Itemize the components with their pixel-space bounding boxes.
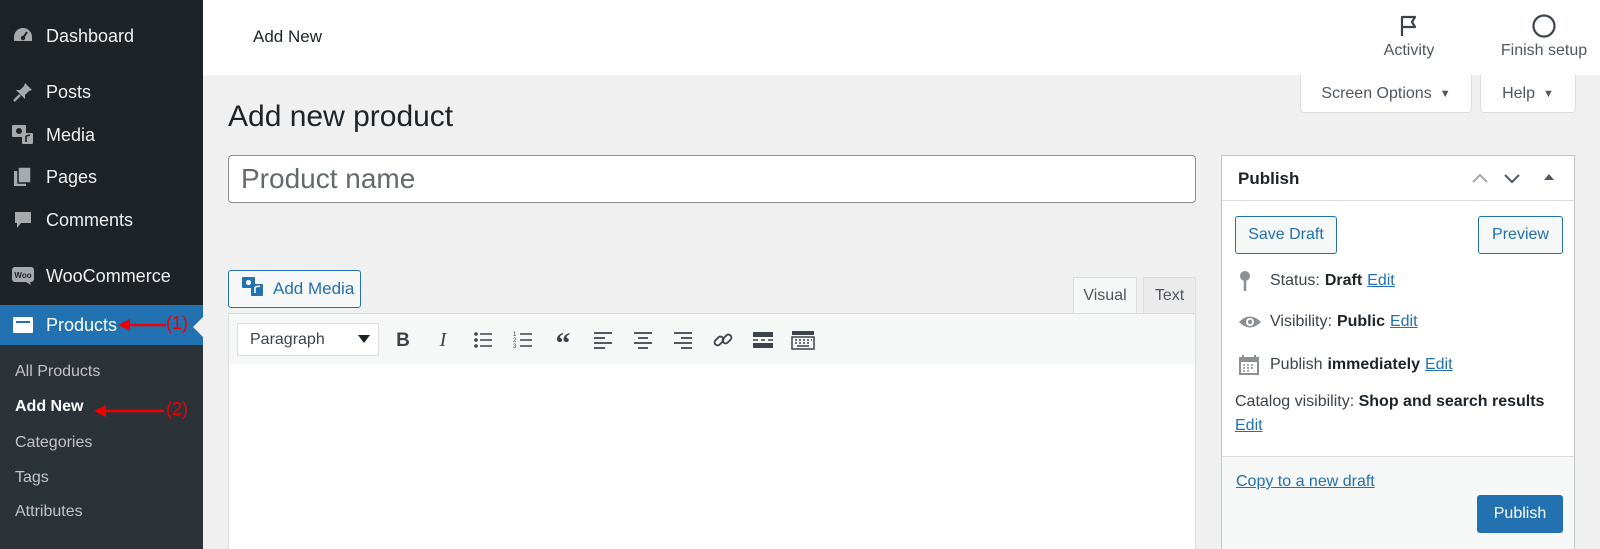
numbered-list-icon[interactable]: 123 [509, 327, 537, 353]
page-title: Add new product [228, 100, 454, 133]
caret-down-icon: ▼ [1439, 87, 1451, 100]
visibility-edit-link[interactable]: Edit [1390, 313, 1418, 331]
editor-toolbar: Paragraph B I 123 “ [228, 313, 1196, 365]
screen-options-button[interactable]: Screen Options ▼ [1300, 75, 1472, 113]
publish-box-title: Publish [1238, 169, 1300, 188]
help-label: Help [1502, 84, 1535, 102]
publish-date-label: Publish [1270, 356, 1323, 373]
align-center-icon[interactable] [629, 327, 657, 353]
align-left-icon[interactable] [589, 327, 617, 353]
chevron-down-icon[interactable] [1502, 169, 1522, 192]
activity-button[interactable]: Activity [1374, 10, 1444, 60]
status-label: Status: [1270, 272, 1320, 289]
top-header: Add New Activity Finish setup [203, 0, 1600, 75]
save-draft-button[interactable]: Save Draft [1235, 216, 1337, 254]
pin-icon [1238, 270, 1264, 292]
format-select-value: Paragraph [250, 330, 325, 348]
svg-text:3: 3 [513, 344, 517, 349]
status-value: Draft [1324, 272, 1363, 289]
finish-setup-button[interactable]: Finish setup [1494, 10, 1594, 60]
status-row: Status: Draft Edit [1238, 270, 1395, 292]
catalog-visibility-row: Catalog visibility: Shop and search resu… [1235, 393, 1544, 411]
copy-to-draft-link[interactable]: Copy to a new draft [1236, 473, 1375, 491]
header-page-label: Add New [253, 27, 322, 46]
screen-options-label: Screen Options [1321, 84, 1432, 102]
publish-box-header: Publish [1222, 156, 1574, 201]
align-right-icon[interactable] [669, 327, 697, 353]
publish-date-edit-link[interactable]: Edit [1425, 356, 1453, 374]
publish-button[interactable]: Publish [1477, 495, 1563, 533]
visibility-value: Public [1336, 313, 1385, 330]
add-media-label: Add Media [273, 279, 355, 298]
chevron-up-icon[interactable] [1470, 169, 1490, 192]
help-button[interactable]: Help ▼ [1480, 75, 1576, 113]
collapse-triangle-icon[interactable] [1542, 169, 1556, 192]
svg-text:“: “ [556, 331, 571, 349]
link-icon[interactable] [709, 327, 737, 353]
publish-date-value: immediately [1327, 356, 1420, 373]
eye-icon [1238, 314, 1264, 330]
read-more-icon[interactable] [749, 327, 777, 353]
publish-date-row: Publish immediately Edit [1238, 354, 1453, 376]
toolbar-toggle-icon[interactable] [789, 327, 817, 353]
visibility-label: Visibility: [1270, 313, 1332, 330]
publish-box: Publish Save Draft Preview Status: Draft… [1221, 155, 1575, 549]
publish-actions: Copy to a new draft Publish [1222, 456, 1574, 549]
tab-text[interactable]: Text [1143, 277, 1196, 314]
annotation-arrows [94, 319, 166, 417]
activity-label: Activity [1383, 42, 1435, 59]
caret-down-icon: ▼ [1543, 87, 1554, 100]
editor-content-area[interactable] [228, 364, 1196, 549]
finish-setup-label: Finish setup [1500, 42, 1588, 59]
preview-button[interactable]: Preview [1478, 216, 1563, 254]
annotation-label-1: (1) [166, 313, 188, 333]
calendar-icon [1238, 354, 1264, 376]
flag-icon [1374, 10, 1444, 42]
product-name-input[interactable] [228, 155, 1196, 203]
catalog-visibility-edit-link[interactable]: Edit [1235, 417, 1263, 435]
catalog-visibility-value: Shop and search results [1358, 393, 1545, 410]
italic-icon[interactable]: I [429, 327, 457, 353]
catalog-visibility-label: Catalog visibility: [1235, 393, 1355, 410]
tab-visual[interactable]: Visual [1073, 277, 1137, 314]
visibility-row: Visibility: Public Edit [1238, 313, 1418, 331]
add-media-icon [241, 276, 265, 303]
status-edit-link[interactable]: Edit [1367, 272, 1395, 290]
add-media-button[interactable]: Add Media [228, 270, 361, 308]
bold-icon[interactable]: B [389, 327, 417, 353]
chevron-down-icon [358, 335, 370, 343]
annotation-label-2: (2) [166, 399, 188, 419]
svg-text:B: B [396, 330, 410, 350]
bullet-list-icon[interactable] [469, 327, 497, 353]
circle-icon [1494, 10, 1594, 42]
format-select[interactable]: Paragraph [237, 323, 379, 356]
svg-text:I: I [439, 330, 448, 350]
blockquote-icon[interactable]: “ [549, 327, 577, 353]
